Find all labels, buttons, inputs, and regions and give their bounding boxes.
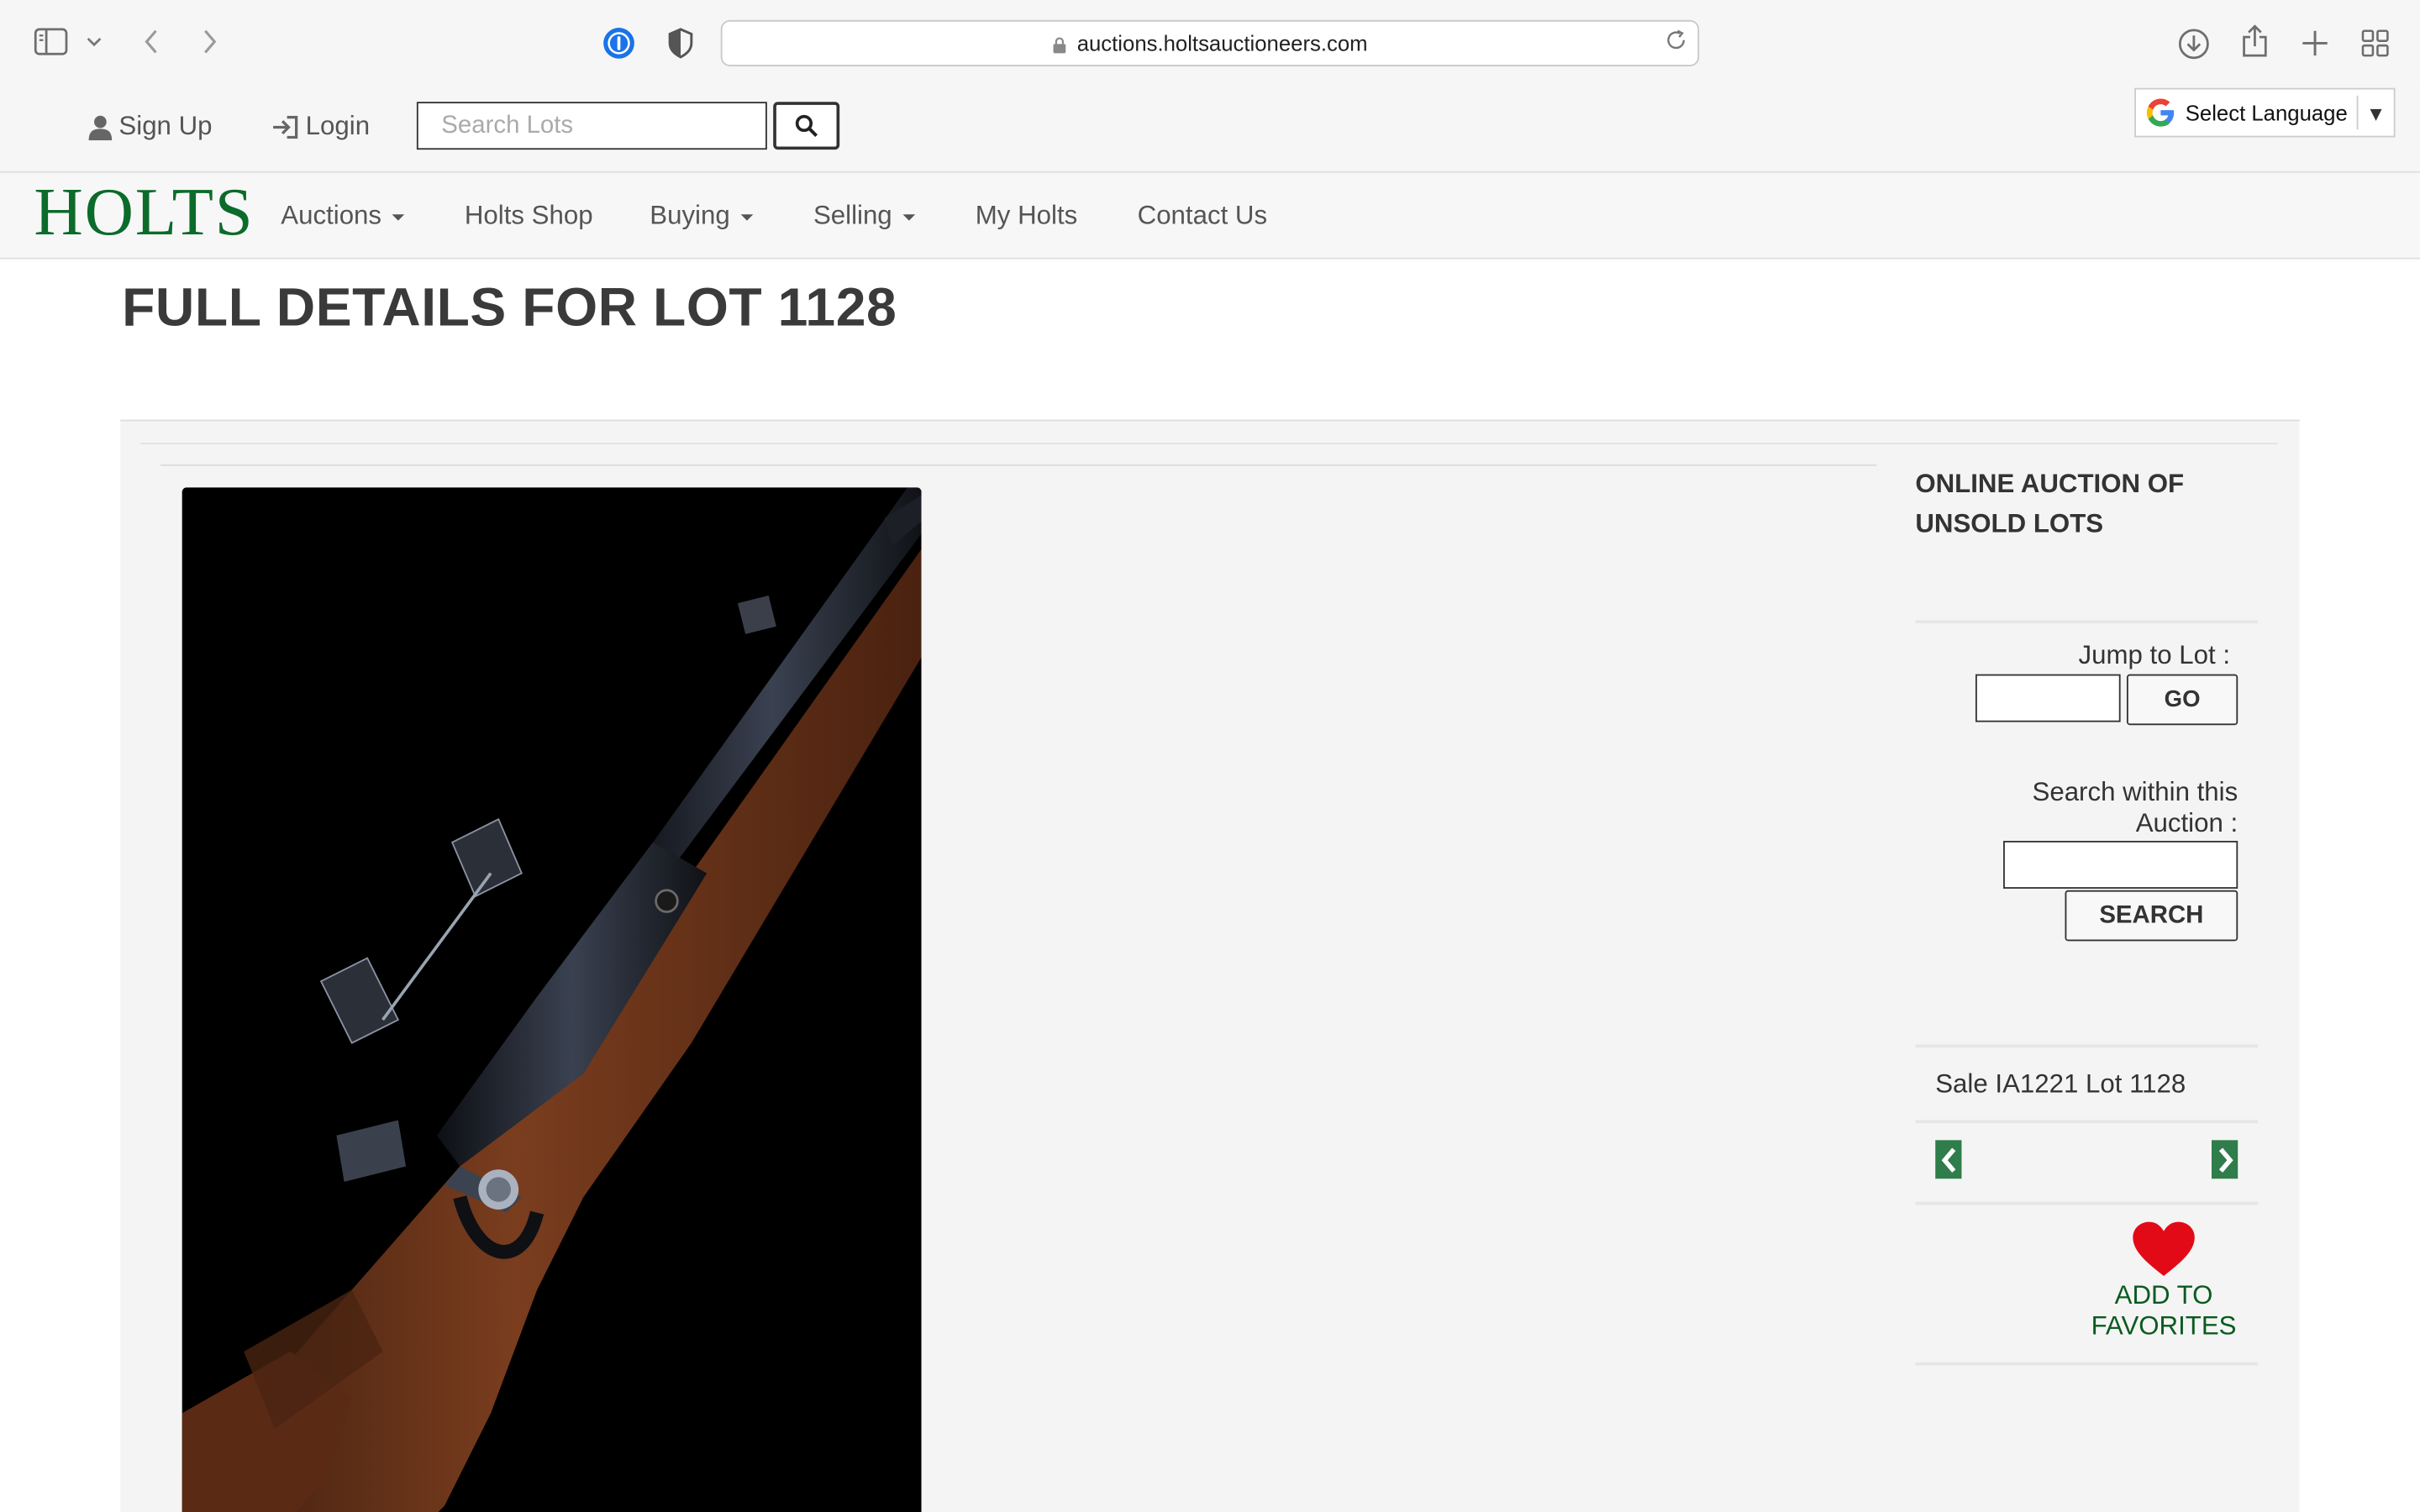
page-root: auctions.holtsauctioneers.com Sign Up Lo… xyxy=(0,0,2420,1512)
sale-lot-label: Sale IA1221 Lot 1128 xyxy=(1935,1068,2186,1099)
sidebar-toggle-icon[interactable] xyxy=(34,28,68,55)
login-link[interactable]: Login xyxy=(271,111,370,142)
nav-item-buying[interactable]: Buying xyxy=(650,200,754,232)
favorites-label-line2: FAVORITES xyxy=(2091,1311,2237,1341)
divider xyxy=(1915,620,2259,624)
caret-down-icon: ▼ xyxy=(2356,95,2394,130)
url-text: auctions.holtsauctioneers.com xyxy=(1076,30,1368,56)
rifle-image xyxy=(182,487,922,1512)
search-within-input[interactable] xyxy=(2003,841,2238,889)
search-within-button[interactable]: SEARCH xyxy=(2065,890,2238,942)
divider xyxy=(1915,1201,2259,1205)
nav-item-label: Auctions xyxy=(281,200,382,230)
address-bar[interactable]: auctions.holtsauctioneers.com xyxy=(720,19,1700,66)
divider xyxy=(140,443,2278,444)
go-button[interactable]: GO xyxy=(2126,674,2238,726)
divider xyxy=(1915,1044,2259,1048)
favorites-label-line1: ADD TO xyxy=(2114,1280,2213,1310)
caret-down-icon xyxy=(902,214,916,221)
nav-item-auctions[interactable]: Auctions xyxy=(281,200,405,232)
divider xyxy=(160,464,1877,466)
google-logo-icon xyxy=(2146,98,2175,127)
user-icon xyxy=(88,114,113,140)
downloads-icon[interactable] xyxy=(2176,26,2210,60)
reload-icon[interactable] xyxy=(1665,29,1687,57)
chevron-right-icon xyxy=(2218,1147,2233,1172)
previous-lot-button[interactable] xyxy=(1935,1140,1962,1179)
divider xyxy=(1915,1362,2259,1366)
nav-item-selling[interactable]: Selling xyxy=(813,200,916,232)
password-manager-icon[interactable] xyxy=(602,26,635,60)
lot-photo-rifle[interactable] xyxy=(182,487,922,1512)
nav-item-label: My Holts xyxy=(975,200,1078,230)
new-tab-icon[interactable] xyxy=(2300,28,2331,59)
sign-up-label: Sign Up xyxy=(118,111,213,141)
nav-item-contact-us[interactable]: Contact Us xyxy=(1138,201,1267,232)
browser-toolbar: auctions.holtsauctioneers.com xyxy=(0,0,2420,87)
search-lots-placeholder: Search Lots xyxy=(441,112,574,139)
search-within-label: Search within this Auction : xyxy=(2032,777,2238,838)
forward-icon[interactable] xyxy=(197,24,222,58)
nav-item-label: Contact Us xyxy=(1137,200,1268,230)
heart-icon xyxy=(2133,1221,2195,1276)
caret-down-icon xyxy=(740,214,754,221)
caret-down-icon xyxy=(392,214,405,221)
language-select[interactable]: Select Language ▼ xyxy=(2134,87,2396,138)
jump-to-lot-label: Jump to Lot : xyxy=(2078,640,2231,670)
account-bar: Sign Up Login Search Lots Select Languag… xyxy=(0,86,2420,171)
holts-logo[interactable]: HOLTS xyxy=(34,173,254,254)
search-lots-button[interactable] xyxy=(773,102,840,150)
chevron-down-icon[interactable] xyxy=(85,33,103,51)
nav-item-my-holts[interactable]: My Holts xyxy=(976,201,1077,232)
sign-up-link[interactable]: Sign Up xyxy=(88,111,213,142)
page-title: FULL DETAILS FOR LOT 1128 xyxy=(122,277,897,339)
divider xyxy=(1915,1120,2259,1124)
auction-title[interactable]: ONLINE AUCTION OF UNSOLD LOTS xyxy=(1915,465,2223,545)
language-label: Select Language xyxy=(2185,100,2348,125)
lock-icon xyxy=(1053,36,1065,53)
share-icon[interactable] xyxy=(2239,24,2270,60)
add-to-favorites-button[interactable]: ADD TO FAVORITES xyxy=(2073,1221,2255,1342)
search-icon xyxy=(795,114,818,138)
back-icon[interactable] xyxy=(139,24,163,58)
main-navbar: HOLTS Auctions Holts Shop Buying Selling… xyxy=(0,171,2420,260)
nav-item-holts-shop[interactable]: Holts Shop xyxy=(465,201,593,232)
nav-item-label: Selling xyxy=(813,200,892,230)
lot-details-panel: ONLINE AUCTION OF UNSOLD LOTS Jump to Lo… xyxy=(120,419,2300,1512)
chevron-left-icon xyxy=(1940,1147,1955,1172)
next-lot-button[interactable] xyxy=(2211,1140,2238,1179)
nav-item-label: Buying xyxy=(650,200,730,230)
search-lots-input[interactable]: Search Lots xyxy=(416,102,767,150)
login-label: Login xyxy=(305,111,371,141)
privacy-shield-icon[interactable] xyxy=(666,26,694,60)
jump-to-lot-input[interactable] xyxy=(1975,674,2121,722)
login-icon xyxy=(273,115,298,139)
nav-item-label: Holts Shop xyxy=(464,200,593,230)
tab-overview-icon[interactable] xyxy=(2360,28,2391,59)
